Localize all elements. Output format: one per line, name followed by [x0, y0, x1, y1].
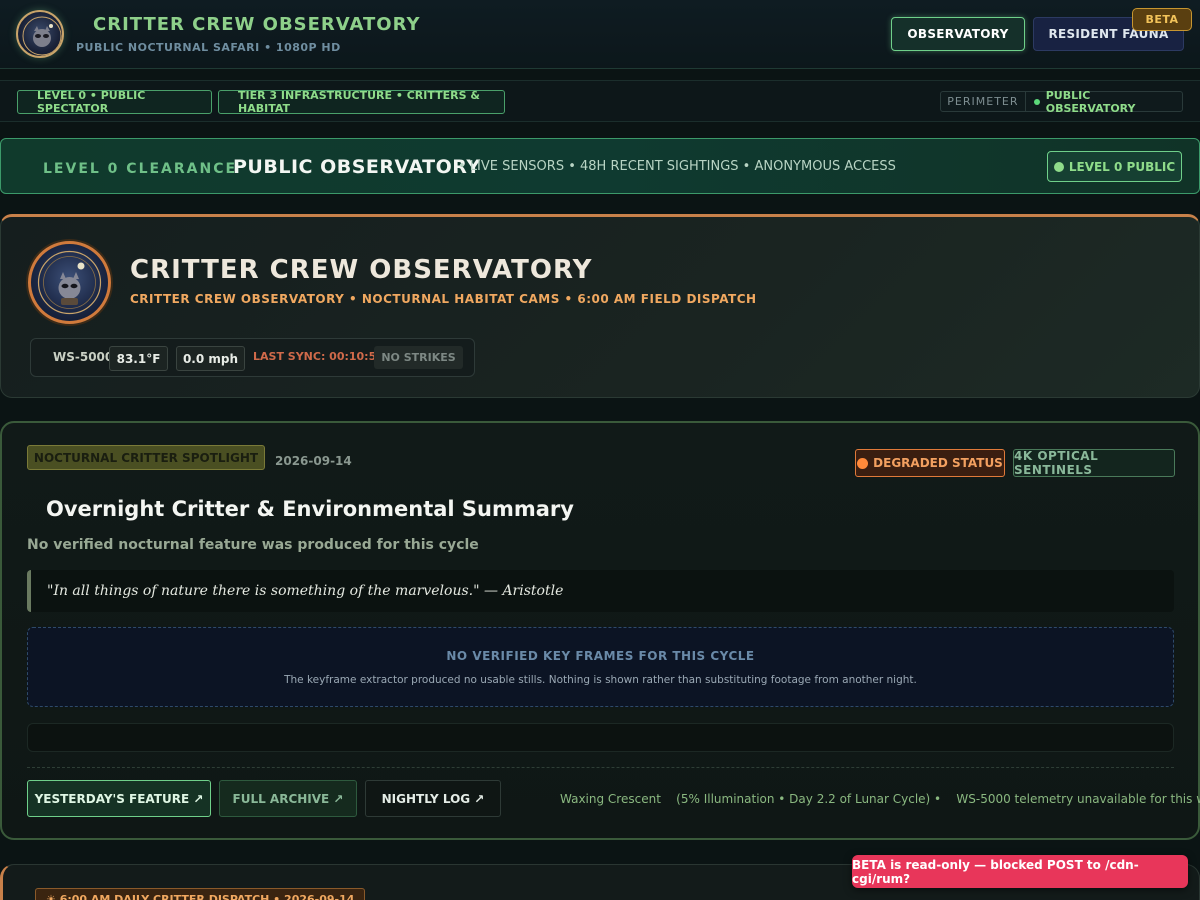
perimeter-value: PUBLIC OBSERVATORY [1045, 88, 1136, 115]
temperature-readout: 83.1°F [109, 346, 168, 371]
section-divider [27, 767, 1174, 768]
no-keyframes-title: NO VERIFIED KEY FRAMES FOR THIS CYCLE [446, 649, 755, 663]
last-sync-readout: LAST SYNC: 00:10:54 [253, 350, 384, 363]
status-dot-icon [1053, 161, 1064, 172]
perimeter-label: PERIMETER [941, 92, 1026, 111]
top-navigation-bar: CRITTER CREW OBSERVATORY PUBLIC NOCTURNA… [0, 0, 1200, 69]
clearance-level-pill: LEVEL 0 • PUBLIC SPECTATOR [17, 89, 212, 115]
app-subtitle: PUBLIC NOCTURNAL SAFARI • 1080P HD [76, 41, 341, 54]
nightly-log-button[interactable]: NIGHTLY LOG ↗ [365, 780, 501, 817]
no-keyframes-description: The keyframe extractor produced no usabl… [284, 674, 917, 686]
no-keyframes-notice: NO VERIFIED KEY FRAMES FOR THIS CYCLE Th… [27, 627, 1174, 707]
spotlight-note: No verified nocturnal feature was produc… [27, 537, 479, 553]
banner-clearance-label: LEVEL 0 CLEARANCE [43, 161, 238, 177]
optical-sentinels-badge: 4K OPTICAL SENTINELS [1013, 449, 1175, 477]
raccoon-crest-logo-icon[interactable] [16, 10, 64, 58]
lightning-strikes-readout: NO STRIKES [374, 346, 463, 369]
hero-subtitle: CRITTER CREW OBSERVATORY • NOCTURNAL HAB… [130, 292, 757, 306]
clearance-strip: LEVEL 0 • PUBLIC SPECTATOR TIER 3 INFRAS… [0, 80, 1200, 122]
lunar-telemetry-info: Waxing Crescent (5% Illumination • Day 2… [560, 792, 1200, 806]
spotlight-tag: NOCTURNAL CRITTER SPOTLIGHT [27, 445, 265, 470]
weather-station-readout: WS-5000 83.1°F 0.0 mph LAST SYNC: 00:10:… [30, 338, 475, 377]
beta-readonly-toast[interactable]: BETA is read-only — blocked POST to /cdn… [852, 855, 1188, 888]
empty-content-bar [27, 723, 1174, 752]
full-archive-button[interactable]: FULL ARCHIVE ↗ [219, 780, 357, 817]
wind-speed-readout: 0.0 mph [176, 346, 245, 371]
clearance-banner: LEVEL 0 CLEARANCE PUBLIC OBSERVATORY • L… [0, 138, 1200, 194]
degraded-status-label: DEGRADED STATUS [873, 456, 1003, 470]
beta-badge: BETA [1132, 8, 1192, 31]
raccoon-crest-emblem-icon [28, 241, 111, 324]
degraded-status-badge: DEGRADED STATUS [855, 449, 1005, 477]
hero-title: CRITTER CREW OBSERVATORY [130, 255, 593, 285]
status-dot-icon [1033, 98, 1040, 105]
perimeter-indicator: PERIMETER PUBLIC OBSERVATORY [940, 88, 1183, 115]
banner-description: • LIVE SENSORS • 48H RECENT SIGHTINGS • … [458, 159, 896, 174]
spotlight-title: Overnight Critter & Environmental Summar… [46, 497, 574, 521]
observatory-hero-card: CRITTER CREW OBSERVATORY CRITTER CREW OB… [0, 214, 1200, 398]
infrastructure-tier-pill: TIER 3 INFRASTRUCTURE • CRITTERS & HABIT… [218, 89, 505, 115]
access-level-badge: LEVEL 0 PUBLIC [1047, 151, 1182, 182]
nav-tab-observatory[interactable]: OBSERVATORY [891, 17, 1025, 51]
app-title: CRITTER CREW OBSERVATORY [93, 14, 421, 35]
yesterdays-feature-button[interactable]: YESTERDAY'S FEATURE ↗ [27, 780, 211, 817]
weather-station-id: WS-5000 [53, 350, 114, 364]
access-level-badge-label: LEVEL 0 PUBLIC [1068, 159, 1176, 174]
dispatch-tag: ☀ 6:00 AM DAILY CRITTER DISPATCH • 2026-… [35, 888, 366, 900]
banner-title: PUBLIC OBSERVATORY [233, 156, 481, 178]
nature-quote: "In all things of nature there is someth… [27, 570, 1174, 612]
spotlight-date: 2026-09-14 [275, 454, 352, 468]
critter-spotlight-card: NOCTURNAL CRITTER SPOTLIGHT 2026-09-14 D… [0, 421, 1200, 840]
status-dot-icon [857, 457, 869, 469]
